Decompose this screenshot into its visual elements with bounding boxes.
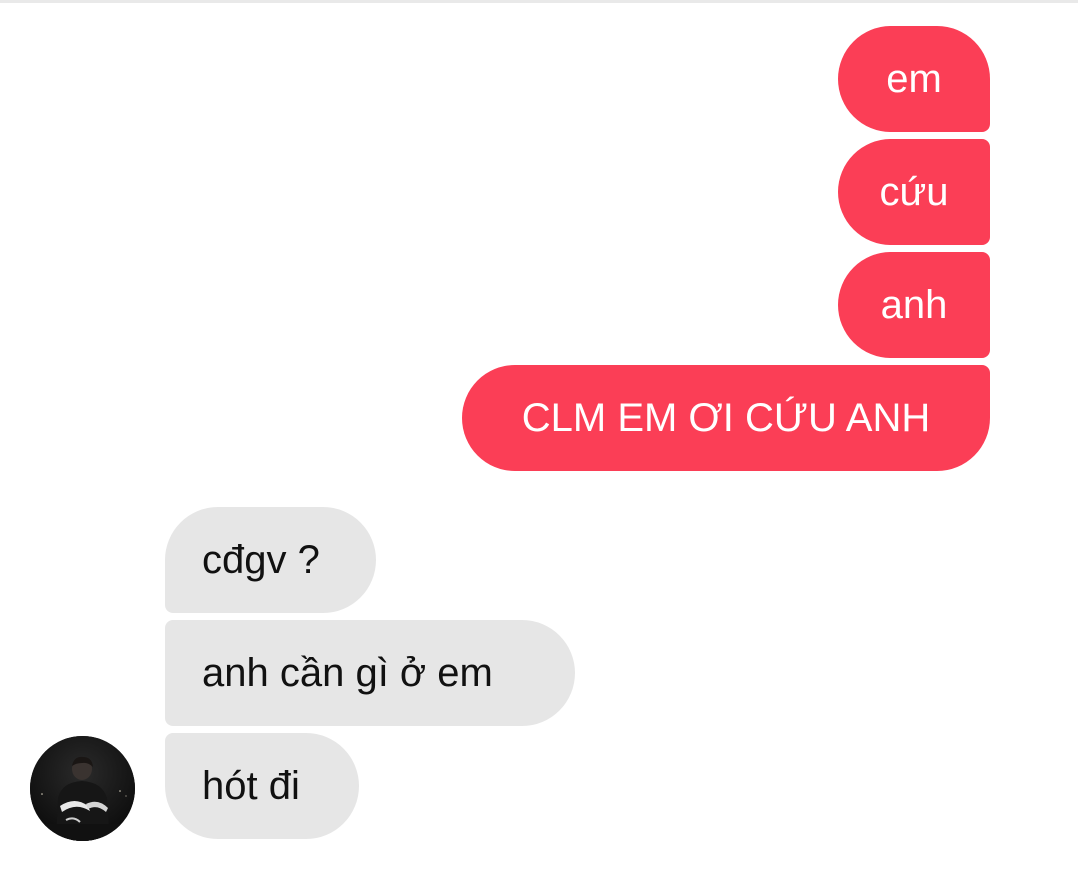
message-text: hót đi [202,764,300,808]
message-text: em [886,57,942,101]
incoming-message-bubble[interactable]: cđgv ? [165,507,376,613]
outgoing-message-bubble[interactable]: cứu [838,139,990,245]
outgoing-message-bubble[interactable]: anh [838,252,990,358]
message-text: CLM EM ƠI CỨU ANH [521,396,931,440]
sender-avatar[interactable] [30,736,135,841]
message-text: anh cần gì ở em [202,651,493,695]
outgoing-message-bubble[interactable]: CLM EM ƠI CỨU ANH [462,365,990,471]
top-divider [0,0,1078,3]
message-text: cđgv ? [202,538,320,582]
incoming-message-bubble[interactable]: hót đi [165,733,359,839]
incoming-message-bubble[interactable]: anh cần gì ở em [165,620,575,726]
outgoing-message-bubble[interactable]: em [838,26,990,132]
profile-photo-avatar-icon [30,736,135,841]
message-text: anh [880,283,948,327]
message-text: cứu [879,170,949,214]
